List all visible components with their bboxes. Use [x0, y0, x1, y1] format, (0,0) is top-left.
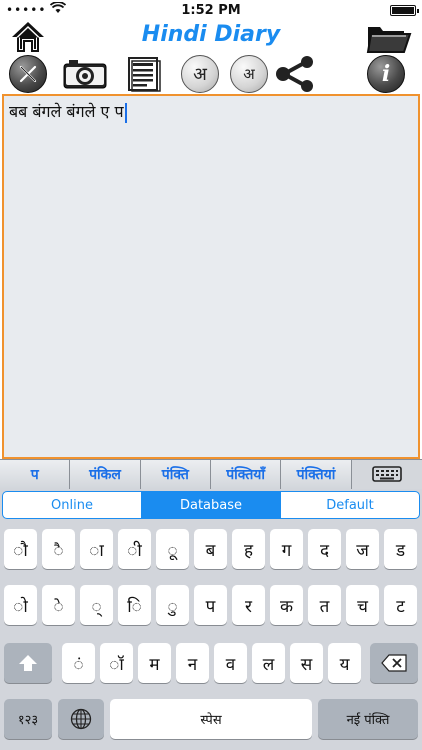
hindi-letter-icon: अ	[181, 55, 219, 93]
shift-key[interactable]	[4, 643, 52, 683]
suggestion-item[interactable]: पंक्ति	[140, 459, 211, 489]
key[interactable]: ं	[62, 643, 95, 683]
diary-text: बब बंगले बंगले ए प	[9, 102, 124, 121]
suggestion-item[interactable]: प	[0, 459, 71, 489]
key[interactable]: ू	[156, 529, 189, 569]
key[interactable]: ु	[156, 585, 189, 625]
open-folder-button[interactable]	[366, 22, 412, 56]
text-cursor	[124, 102, 127, 123]
key[interactable]: व	[214, 643, 247, 683]
key[interactable]: ह	[232, 529, 265, 569]
status-bar: ••••• 1:52 PM	[0, 0, 422, 20]
shift-arrow-icon	[19, 655, 37, 671]
globe-key[interactable]	[58, 699, 104, 739]
key[interactable]: च	[346, 585, 379, 625]
key[interactable]: य	[328, 643, 361, 683]
globe-icon	[70, 708, 92, 730]
key[interactable]: ्	[80, 585, 113, 625]
mode-default[interactable]: Default	[281, 492, 419, 518]
diary-text-area[interactable]: बब बंगले बंगले ए प	[2, 94, 420, 459]
key[interactable]: ा	[80, 529, 113, 569]
mode-selector: Online Database Default	[0, 489, 422, 521]
close-button[interactable]	[8, 54, 48, 94]
key[interactable]: ि	[118, 585, 151, 625]
key[interactable]: त	[308, 585, 341, 625]
hindi-letter-icon: अ	[230, 55, 268, 93]
share-icon	[276, 56, 313, 92]
key[interactable]: ट	[384, 585, 417, 625]
word-suggestion-bar: प पंकिल पंक्ति पंक्तियाँ पंक्तियां	[0, 459, 422, 489]
key[interactable]: ज	[346, 529, 379, 569]
hindi-keyboard: ौ ै ा ी ू ब ह ग द ज ड ो े ् ि ु प र क त …	[0, 521, 422, 750]
camera-button[interactable]	[62, 54, 108, 94]
keyboard-icon	[371, 465, 402, 482]
key[interactable]: ड	[384, 529, 417, 569]
mode-segmented-control: Online Database Default	[2, 491, 420, 519]
key[interactable]: म	[138, 643, 171, 683]
key[interactable]: ो	[4, 585, 37, 625]
info-icon: i	[367, 55, 405, 93]
key[interactable]: े	[42, 585, 75, 625]
suggestion-item[interactable]: पंक्तियाँ	[210, 459, 282, 489]
numbers-key[interactable]: १२३	[4, 699, 52, 739]
key[interactable]: प	[194, 585, 227, 625]
suggestion-item[interactable]: पंक्तियां	[281, 459, 352, 489]
camera-icon	[63, 60, 107, 89]
key[interactable]: न	[176, 643, 209, 683]
key[interactable]: ब	[194, 529, 227, 569]
app-title: Hindi Diary	[141, 22, 281, 47]
info-button[interactable]: i	[366, 54, 406, 94]
key[interactable]: क	[270, 585, 303, 625]
hide-keyboard-button[interactable]	[351, 459, 422, 489]
battery-icon	[390, 5, 419, 16]
document-button[interactable]	[126, 54, 162, 94]
key[interactable]: द	[308, 529, 341, 569]
key[interactable]: ग	[270, 529, 303, 569]
document-icon	[128, 57, 161, 92]
app-toolbar: Hindi Diary अ अ i	[0, 20, 422, 94]
key[interactable]: ल	[252, 643, 285, 683]
backspace-icon	[381, 654, 407, 672]
font-style-button-1[interactable]: अ	[180, 54, 220, 94]
close-icon	[9, 55, 47, 93]
folder-icon	[366, 27, 412, 53]
space-key[interactable]: स्पेस	[110, 699, 312, 739]
new-line-key[interactable]: नई पंक्ति	[318, 699, 418, 739]
key[interactable]: ॉ	[100, 643, 133, 683]
share-button[interactable]	[273, 54, 317, 94]
key[interactable]: ै	[42, 529, 75, 569]
mode-online[interactable]: Online	[3, 492, 142, 518]
key[interactable]: स	[290, 643, 323, 683]
key[interactable]: र	[232, 585, 265, 625]
key[interactable]: ी	[118, 529, 151, 569]
status-time: 1:52 PM	[181, 3, 241, 18]
key[interactable]: ौ	[4, 529, 37, 569]
font-style-button-2[interactable]: अ	[229, 54, 269, 94]
mode-database[interactable]: Database	[142, 492, 281, 518]
suggestion-item[interactable]: पंकिल	[70, 459, 141, 489]
backspace-key[interactable]	[370, 643, 418, 683]
